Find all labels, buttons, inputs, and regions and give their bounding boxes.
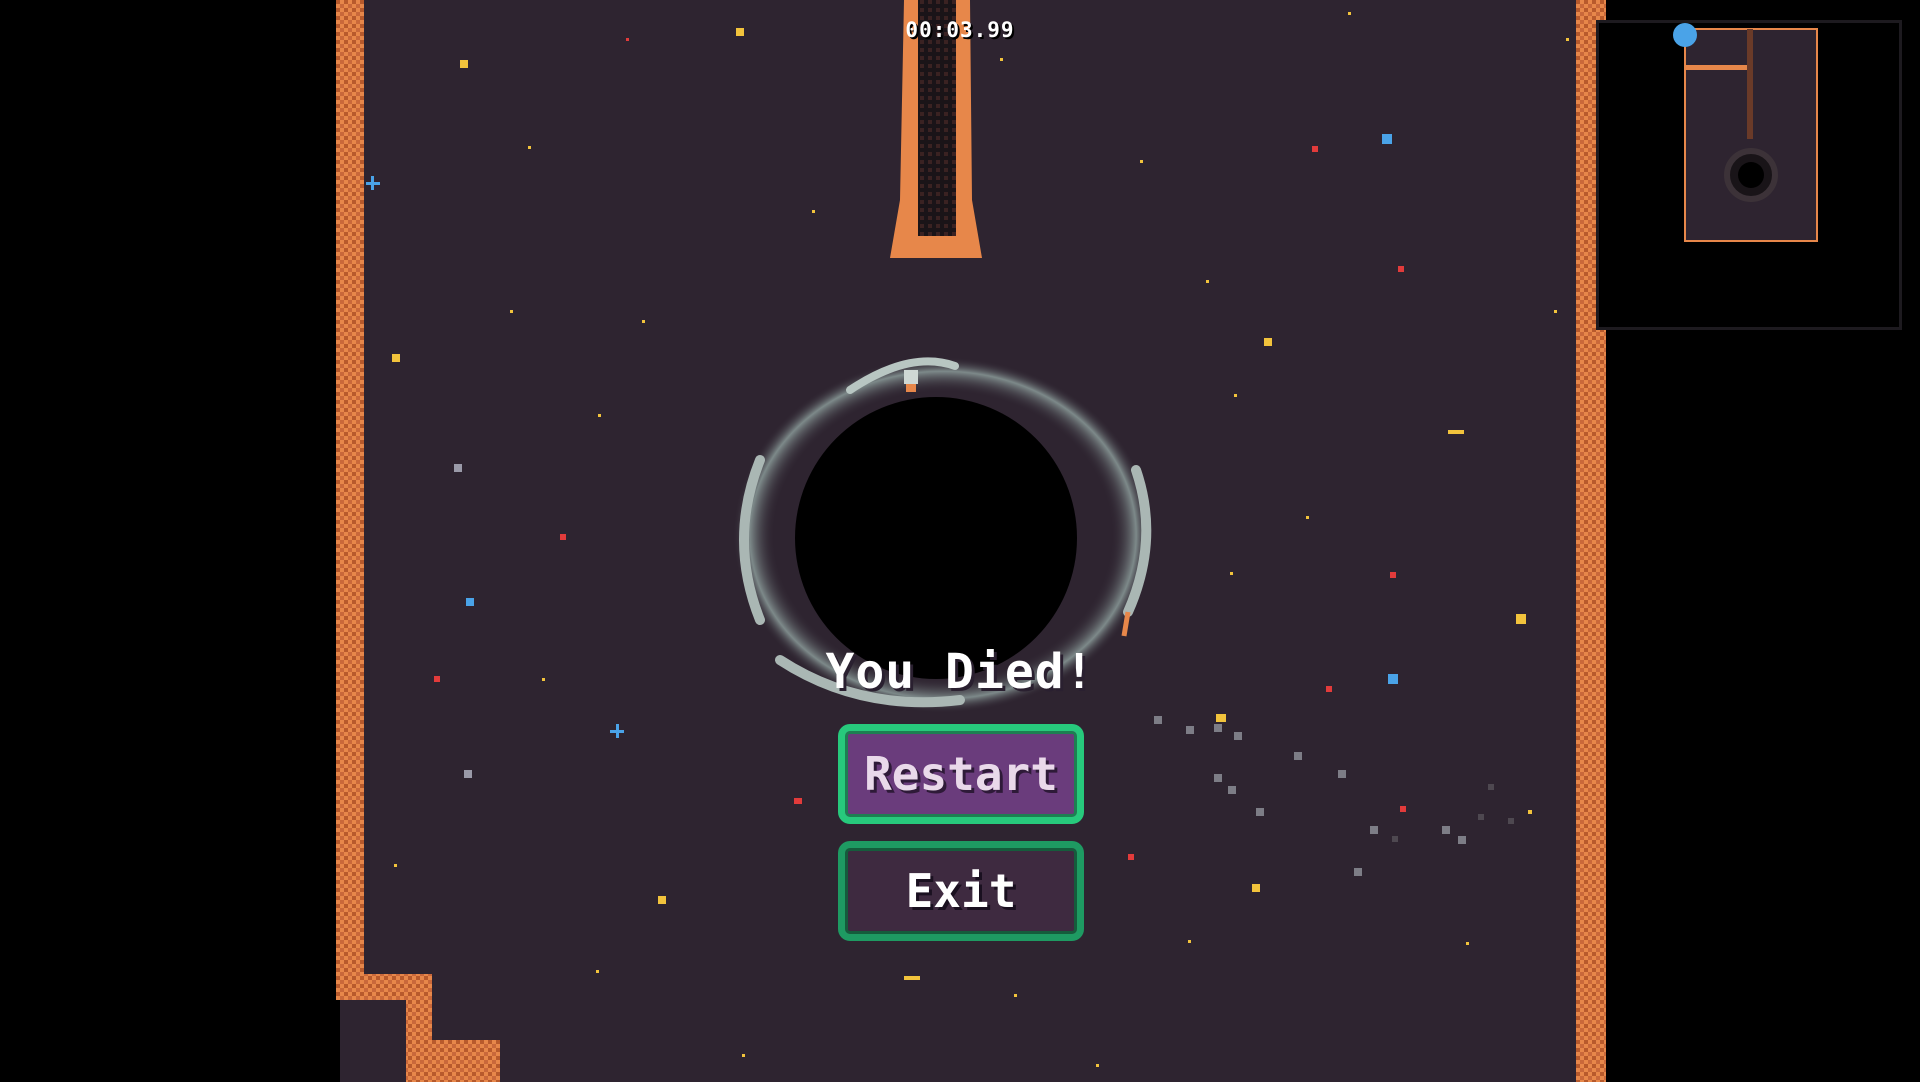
star-particle-icon [371,176,374,190]
star-particle-icon [1448,430,1464,434]
star-particle-icon [1252,884,1260,892]
minimap-platform [1685,65,1751,70]
star-particle-icon [1516,614,1526,624]
run-timer: 00:03.99 [905,18,1015,42]
star-particle-icon [1382,134,1392,144]
minimap-pillar [1747,29,1753,139]
minimap-player-icon [1673,23,1697,47]
star-particle-icon [1398,266,1404,272]
star-particle-icon [1264,338,1272,346]
star-particle-icon [1400,806,1406,812]
star-particle-icon [616,724,619,738]
star-particle-icon [454,464,462,472]
death-title: You Died! [825,644,1095,700]
minimap [1596,20,1902,330]
star-particle-icon [658,896,666,904]
star-particle-icon [736,28,744,36]
star-particle-icon [794,798,802,804]
restart-button[interactable]: Restart [838,724,1084,824]
star-particle-icon [434,676,440,682]
minimap-view [1673,23,1818,242]
star-particle-icon [460,60,468,68]
star-particle-icon [464,770,472,778]
minimap-black-hole-core [1738,162,1764,188]
star-particle-icon [1390,572,1396,578]
star-particle-icon [1388,674,1398,684]
star-particle-icon [1216,714,1226,722]
star-particle-icon [1128,854,1134,860]
star-particle-icon [466,598,474,606]
star-particle-icon [904,976,920,980]
exit-button[interactable]: Exit [838,841,1084,941]
star-particle-icon [392,354,400,362]
star-particle-icon [1326,686,1332,692]
star-particle-icon [1312,146,1318,152]
star-particle-icon [560,534,566,540]
